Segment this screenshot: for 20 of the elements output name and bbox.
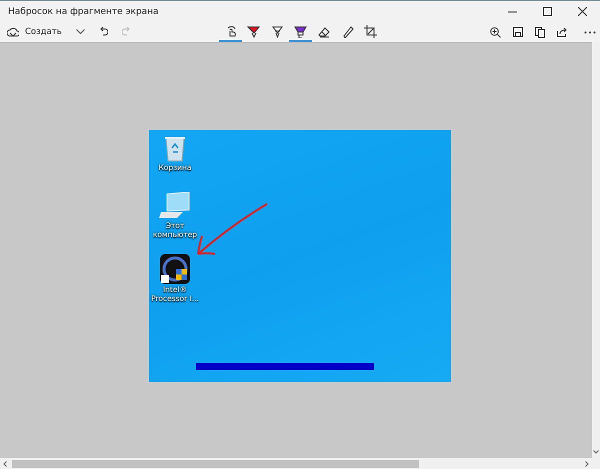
zoom-icon[interactable]	[490, 26, 501, 38]
share-icon[interactable]	[557, 27, 568, 37]
more-icon[interactable]	[584, 30, 596, 34]
horizontal-scrollbar[interactable]	[0, 458, 600, 469]
undo-icon[interactable]	[100, 27, 108, 37]
new-snip-button[interactable]: Создать	[7, 23, 62, 41]
scroll-left-icon[interactable]	[3, 460, 7, 466]
window-title: Набросок на фрагменте экрана	[8, 6, 160, 16]
new-snip-icon	[7, 26, 19, 38]
scroll-thumb[interactable]	[12, 460, 419, 468]
copy-icon[interactable]	[535, 26, 545, 38]
recycle-bin-icon	[163, 134, 187, 162]
computer-icon	[159, 192, 191, 220]
chevron-down-icon[interactable]	[76, 29, 85, 35]
close-icon[interactable]	[578, 7, 587, 16]
scroll-down-icon[interactable]	[593, 450, 599, 454]
maximize-icon[interactable]	[543, 7, 552, 16]
save-icon[interactable]	[513, 27, 523, 37]
app-icon	[160, 254, 190, 284]
scroll-right-icon[interactable]	[585, 460, 589, 466]
